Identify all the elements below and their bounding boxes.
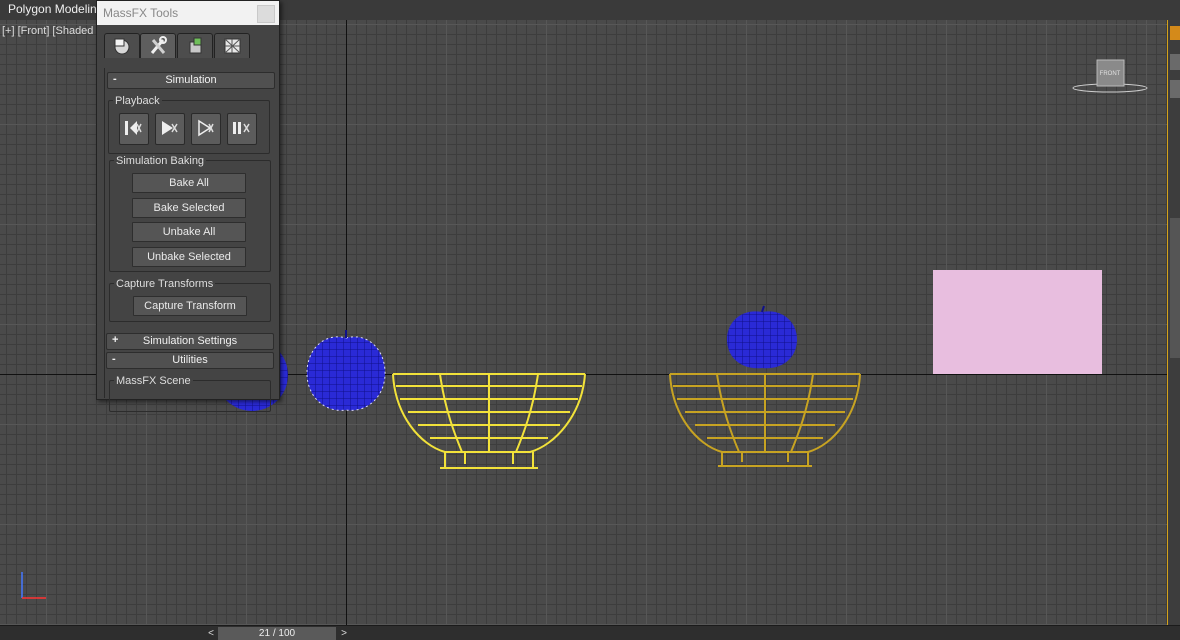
play-outline-icon [198,119,214,137]
command-panel-tab-3[interactable] [1170,80,1180,98]
command-panel-tab-create[interactable] [1170,26,1180,40]
tab-edit-objects[interactable] [177,33,213,58]
apple-object-2[interactable] [306,330,386,411]
group-title: Simulation Baking [114,155,207,167]
tab-simulation-tools[interactable] [140,33,176,58]
viewcube[interactable]: FRONT [1072,59,1148,93]
group-title: Capture Transforms [114,278,216,290]
rollout-simulation[interactable]: - Simulation [107,72,275,89]
bake-all-button[interactable]: Bake All [132,173,246,193]
app-title: Polygon Modelin [8,2,97,16]
bake-selected-button[interactable]: Bake Selected [132,198,246,218]
step-icon [233,122,250,134]
display-icon [224,38,241,54]
apple-object-3[interactable] [726,305,798,369]
unbake-all-button[interactable]: Unbake All [132,222,246,242]
viewcube-front-label[interactable]: FRONT [1100,71,1121,77]
time-slider-bar: < 21 / 100 > [0,625,1180,640]
time-prev-button[interactable]: < [204,628,218,639]
rollout-simulation-settings[interactable]: + Simulation Settings [106,333,274,350]
rigid-body-icon [189,37,202,54]
rollout-utilities[interactable]: - Utilities [106,352,274,369]
massfx-titlebar[interactable]: MassFX Tools [97,1,279,25]
command-panel-edge [1167,20,1180,625]
capture-transform-button[interactable]: Capture Transform [133,296,247,316]
time-next-button[interactable]: > [337,628,351,639]
massfx-tools-panel: MassFX Tools - Simulation Playback Simul… [96,0,280,412]
group-title: MassFX Scene [114,375,193,387]
rollout-title: Simulation Settings [142,335,238,347]
massfx-title: MassFX Tools [103,6,179,20]
bowl-object-unselected[interactable] [669,373,861,467]
tab-world-parameters[interactable] [104,33,140,58]
axis-tripod [21,572,46,599]
time-slider[interactable]: 21 / 100 [218,627,336,640]
step-simulation-button[interactable] [227,113,257,145]
reset-simulation-icon [125,121,142,135]
pink-box-object[interactable] [933,270,1102,374]
world-icon [114,38,130,55]
reset-simulation-button[interactable] [119,113,149,145]
tab-display-options[interactable] [214,33,250,58]
rollout-title: Simulation [165,74,217,86]
rollout-title: Utilities [172,354,208,366]
command-panel-tab-2[interactable] [1170,54,1180,70]
group-title: Playback [113,95,162,107]
start-simulation-button[interactable] [155,113,185,145]
unbake-selected-button[interactable]: Unbake Selected [132,247,246,267]
close-button[interactable] [257,5,275,23]
bowl-object-selected[interactable] [392,373,586,469]
play-icon [162,121,178,135]
command-panel-rollout [1170,218,1180,358]
start-simulation-no-animation-button[interactable] [191,113,221,145]
tools-icon [150,36,167,54]
